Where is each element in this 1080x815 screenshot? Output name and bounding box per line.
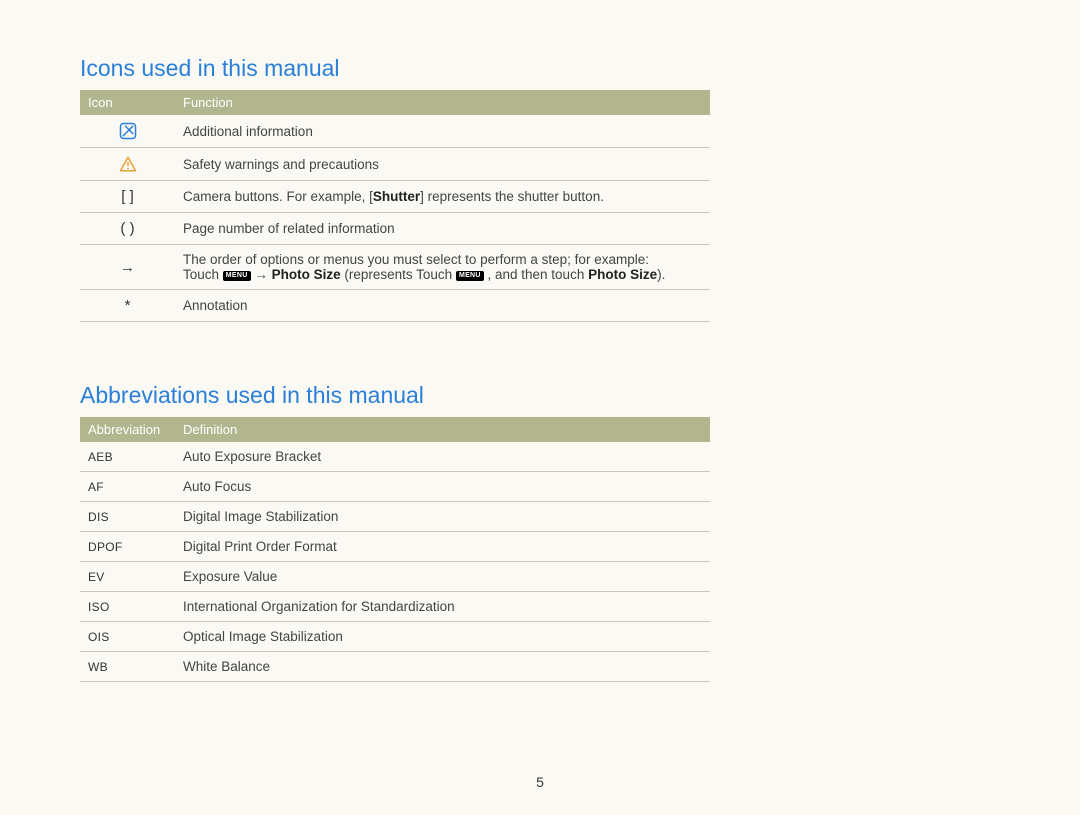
warning-icon bbox=[80, 148, 175, 181]
bold-text: Photo Size bbox=[272, 267, 341, 282]
text-part: (represents Touch bbox=[341, 267, 456, 282]
table-row: * Annotation bbox=[80, 290, 710, 322]
table-row: [ ] Camera buttons. For example, [Shutte… bbox=[80, 181, 710, 213]
def-text: Digital Print Order Format bbox=[175, 532, 710, 562]
table-row: → The order of options or menus you must… bbox=[80, 245, 710, 290]
info-note-icon bbox=[80, 115, 175, 148]
text-part: ] represents the shutter button. bbox=[420, 189, 604, 204]
abbreviations-section: Abbreviations used in this manual Abbrev… bbox=[80, 382, 1000, 682]
def-text: Exposure Value bbox=[175, 562, 710, 592]
menu-chip-icon: MENU bbox=[223, 271, 251, 281]
table-row: DISDigital Image Stabilization bbox=[80, 502, 710, 532]
parentheses-icon: ( ) bbox=[80, 213, 175, 245]
table-row: AFAuto Focus bbox=[80, 472, 710, 502]
text-line: The order of options or menus you must s… bbox=[183, 252, 702, 267]
icons-heading: Icons used in this manual bbox=[80, 55, 1000, 82]
table-row: Safety warnings and precautions bbox=[80, 148, 710, 181]
abbr-text: WB bbox=[80, 652, 175, 682]
icons-table: Icon Function Additional information bbox=[80, 90, 710, 322]
abbreviations-table: Abbreviation Definition AEBAuto Exposure… bbox=[80, 417, 710, 682]
arrow-right-icon: → bbox=[80, 245, 175, 290]
function-text: Page number of related information bbox=[175, 213, 710, 245]
table-row: OISOptical Image Stabilization bbox=[80, 622, 710, 652]
asterisk-icon: * bbox=[80, 290, 175, 322]
def-text: Auto Focus bbox=[175, 472, 710, 502]
page-number: 5 bbox=[0, 774, 1080, 790]
abbr-text: AF bbox=[80, 472, 175, 502]
text-line: Touch MENU → Photo Size (represents Touc… bbox=[183, 267, 702, 282]
text-part: , and then touch bbox=[484, 267, 588, 282]
text-part: ). bbox=[657, 267, 665, 282]
def-text: Auto Exposure Bracket bbox=[175, 442, 710, 472]
function-text: Camera buttons. For example, [Shutter] r… bbox=[175, 181, 710, 213]
abbr-text: EV bbox=[80, 562, 175, 592]
function-text: Safety warnings and precautions bbox=[175, 148, 710, 181]
table-row: WBWhite Balance bbox=[80, 652, 710, 682]
abbr-text: AEB bbox=[80, 442, 175, 472]
icons-header-function: Function bbox=[175, 90, 710, 115]
table-row: ( ) Page number of related information bbox=[80, 213, 710, 245]
table-row: Additional information bbox=[80, 115, 710, 148]
abbr-text: DIS bbox=[80, 502, 175, 532]
function-text: Additional information bbox=[175, 115, 710, 148]
text-part: Touch bbox=[183, 267, 223, 282]
abbr-text: OIS bbox=[80, 622, 175, 652]
text-part: Camera buttons. For example, [ bbox=[183, 189, 373, 204]
abbreviations-heading: Abbreviations used in this manual bbox=[80, 382, 1000, 409]
abbr-text: DPOF bbox=[80, 532, 175, 562]
def-text: International Organization for Standardi… bbox=[175, 592, 710, 622]
def-text: White Balance bbox=[175, 652, 710, 682]
def-text: Optical Image Stabilization bbox=[175, 622, 710, 652]
table-row: EVExposure Value bbox=[80, 562, 710, 592]
brackets-icon: [ ] bbox=[80, 181, 175, 213]
table-row: AEBAuto Exposure Bracket bbox=[80, 442, 710, 472]
abbr-text: ISO bbox=[80, 592, 175, 622]
abbr-header-abbreviation: Abbreviation bbox=[80, 417, 175, 442]
icons-section: Icons used in this manual Icon Function … bbox=[80, 55, 1000, 322]
menu-chip-icon: MENU bbox=[456, 271, 484, 281]
table-row: ISOInternational Organization for Standa… bbox=[80, 592, 710, 622]
function-text: Annotation bbox=[175, 290, 710, 322]
abbr-header-definition: Definition bbox=[175, 417, 710, 442]
text-part: → bbox=[251, 267, 272, 282]
bold-text: Shutter bbox=[373, 189, 420, 204]
def-text: Digital Image Stabilization bbox=[175, 502, 710, 532]
bold-text: Photo Size bbox=[588, 267, 657, 282]
icons-header-icon: Icon bbox=[80, 90, 175, 115]
table-row: DPOFDigital Print Order Format bbox=[80, 532, 710, 562]
function-text: The order of options or menus you must s… bbox=[175, 245, 710, 290]
